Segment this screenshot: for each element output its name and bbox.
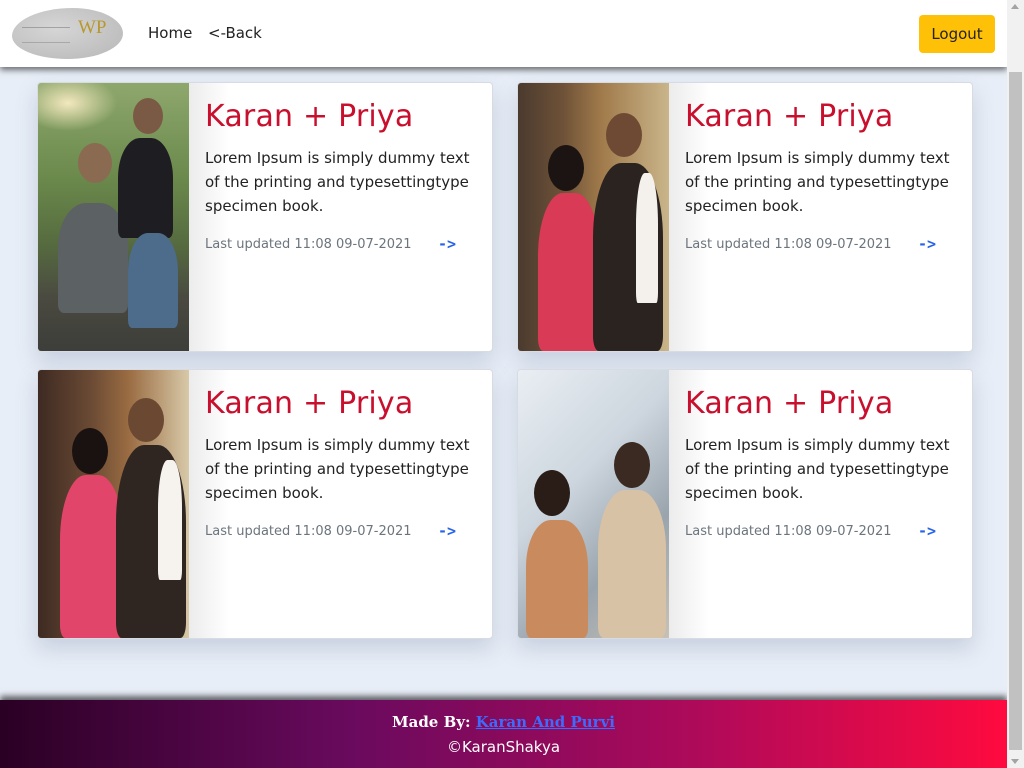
navbar: WP Home <-Back Logout [0, 0, 1007, 67]
footer: Made By: Karan And Purvi ©KaranShakya [0, 700, 1007, 768]
photo-head [614, 442, 650, 488]
photo-figure-woman [538, 193, 600, 351]
card-updated-date: Last updated 11:08 09-07-2021 [205, 237, 412, 252]
photo-head [133, 98, 163, 134]
card-open-arrow-link[interactable]: -> [918, 235, 936, 253]
photo-head [78, 143, 112, 183]
card-updated-date: Last updated 11:08 09-07-2021 [685, 524, 892, 539]
nav-home-link[interactable]: Home [148, 24, 192, 42]
album-card: Karan + Priya Lorem Ipsum is simply dumm… [517, 82, 973, 352]
album-card: Karan + Priya Lorem Ipsum is simply dumm… [517, 369, 973, 639]
logout-button[interactable]: Logout [919, 15, 995, 53]
card-text: Lorem Ipsum is simply dummy text of the … [205, 149, 470, 215]
photo-figure-woman [118, 138, 173, 238]
photo-figure-man [598, 490, 666, 638]
logo-text: WP [78, 17, 107, 38]
photo-shirt [636, 173, 658, 303]
logo-script-mark [22, 27, 70, 43]
card-text: Lorem Ipsum is simply dummy text of the … [685, 149, 950, 215]
made-by-line: Made By: Karan And Purvi [0, 713, 1007, 731]
card-title: Karan + Priya [205, 99, 414, 134]
scroll-up-arrow-icon[interactable] [1011, 4, 1019, 9]
album-card: Karan + Priya Lorem Ipsum is simply dumm… [37, 369, 493, 639]
photo-jeans [128, 233, 178, 328]
card-title: Karan + Priya [205, 386, 414, 421]
vertical-scrollbar[interactable] [1007, 0, 1024, 768]
photo-head [72, 428, 108, 474]
card-open-arrow-link[interactable]: -> [438, 235, 456, 253]
photo-figure-woman [526, 520, 588, 638]
copyright-text: ©KaranShakya [446, 738, 561, 756]
nav-back-link[interactable]: <-Back [208, 24, 262, 42]
card-updated-date: Last updated 11:08 09-07-2021 [685, 237, 892, 252]
photo-head [548, 145, 584, 191]
author-link[interactable]: Karan And Purvi [476, 713, 615, 731]
card-text: Lorem Ipsum is simply dummy text of the … [205, 436, 470, 502]
couple-photo [518, 370, 669, 638]
scroll-thumb[interactable] [1009, 72, 1022, 750]
card-title: Karan + Priya [685, 99, 894, 134]
couple-photo [518, 83, 669, 351]
card-title: Karan + Priya [685, 386, 894, 421]
couple-photo [38, 83, 189, 351]
scroll-down-arrow-icon[interactable] [1011, 759, 1019, 764]
couple-photo [38, 370, 189, 638]
album-card: Karan + Priya Lorem Ipsum is simply dumm… [37, 82, 493, 352]
card-updated-date: Last updated 11:08 09-07-2021 [205, 524, 412, 539]
card-open-arrow-link[interactable]: -> [918, 522, 936, 540]
logo[interactable]: WP [12, 8, 123, 59]
photo-head [534, 470, 570, 516]
card-text: Lorem Ipsum is simply dummy text of the … [685, 436, 950, 502]
photo-head [606, 113, 642, 157]
photo-shirt [158, 460, 182, 580]
card-open-arrow-link[interactable]: -> [438, 522, 456, 540]
photo-figure-woman [60, 475, 124, 638]
photo-head [128, 398, 164, 442]
made-by-label: Made By: [392, 713, 476, 731]
